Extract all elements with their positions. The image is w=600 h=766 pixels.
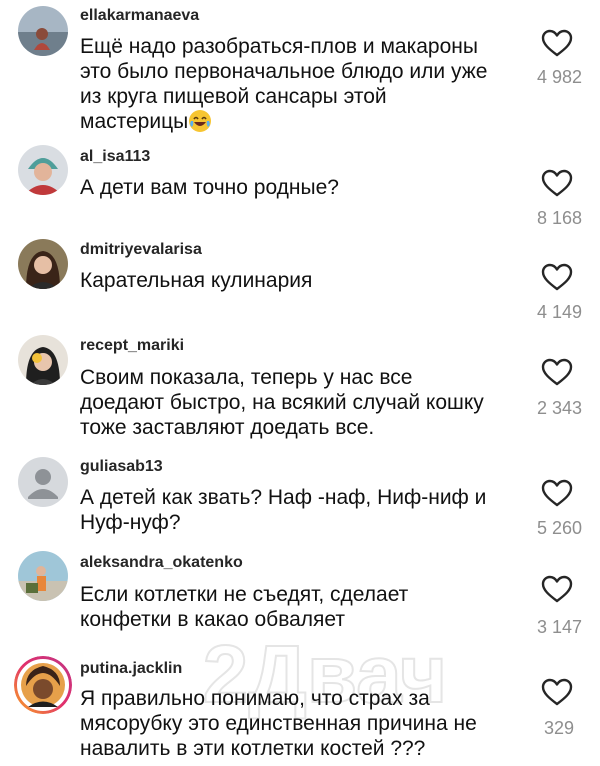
avatar[interactable] <box>18 551 68 601</box>
comment-text: Карательная кулинария <box>80 268 520 293</box>
comment-text-line: Своим показала, теперь у нас все <box>80 366 413 389</box>
avatar[interactable] <box>18 6 68 56</box>
comment-text: А детей как звать? Наф -наф, Ниф-ниф и Н… <box>80 485 520 535</box>
heart-outline-icon <box>541 678 573 706</box>
comment-text-line: доедают быстро, на всякий случай кошку <box>80 391 484 414</box>
comment-text-line: конфетки в какао обваляет <box>80 608 346 631</box>
avatar-story-ring[interactable] <box>14 656 72 714</box>
like-button[interactable] <box>540 28 574 58</box>
comment-username[interactable]: guliasab13 <box>80 458 163 476</box>
comment-username[interactable]: ellakarmanaeva <box>80 7 199 25</box>
like-button[interactable] <box>540 478 574 508</box>
heart-outline-icon <box>541 358 573 386</box>
avatar[interactable] <box>18 335 68 385</box>
comment-username[interactable]: putina.jacklin <box>80 660 182 678</box>
comment-username[interactable]: aleksandra_okatenko <box>80 554 243 572</box>
comment-username[interactable]: al_isa113 <box>80 148 150 166</box>
like-button[interactable] <box>540 357 574 387</box>
like-count: 5 260 <box>536 518 582 538</box>
comment-text-line: мастерицы <box>80 109 520 134</box>
comment-text-line: мясорубку это единственная причина не <box>80 712 477 735</box>
like-button[interactable] <box>540 168 574 198</box>
like-button[interactable] <box>540 574 574 604</box>
comment-text: Если котлетки не съедят, сделает конфетк… <box>80 582 520 632</box>
comment-text-line: А дети вам точно родные? <box>80 176 339 199</box>
avatar[interactable] <box>18 239 68 289</box>
heart-outline-icon <box>541 29 573 57</box>
like-button[interactable] <box>540 677 574 707</box>
heart-outline-icon <box>541 263 573 291</box>
comment-text: А дети вам точно родные? <box>80 175 520 200</box>
like-count: 4 982 <box>536 67 582 87</box>
avatar[interactable] <box>18 145 68 195</box>
comment-text-line: Я правильно понимаю, что страх за <box>80 687 430 710</box>
person-silhouette-icon <box>18 457 68 507</box>
like-count: 4 149 <box>536 302 582 322</box>
comment-text: Ещё надо разобраться-плов и макароны это… <box>80 34 520 134</box>
comment-text: Я правильно понимаю, что страх за мясору… <box>80 686 520 761</box>
comment-text-line: А детей как звать? Наф -наф, Ниф-ниф и <box>80 486 487 509</box>
like-count: 3 147 <box>536 617 582 637</box>
laughing-with-tears-emoji-icon <box>188 109 212 133</box>
heart-outline-icon <box>541 479 573 507</box>
comment-text-fragment: мастерицы <box>80 110 189 133</box>
comment-text: Своим показала, теперь у нас все доедают… <box>80 365 520 440</box>
like-button[interactable] <box>540 262 574 292</box>
comment-text-line: навалить в эти котлетки костей ??? <box>80 737 426 760</box>
comment-username[interactable]: recept_mariki <box>80 337 184 355</box>
like-count: 2 343 <box>536 398 582 418</box>
comment-text-line: из круга пищевой сансары этой <box>80 85 387 108</box>
avatar[interactable] <box>18 457 68 507</box>
heart-outline-icon <box>541 575 573 603</box>
comment-text-line: Карательная кулинария <box>80 269 313 292</box>
comment-text-line: Нуф-нуф? <box>80 511 181 534</box>
like-count: 8 168 <box>536 208 582 228</box>
comment-text-line: Ещё надо разобраться-плов и макароны <box>80 35 478 58</box>
comment-text-line: Если котлетки не съедят, сделает <box>80 583 409 606</box>
comment-text-line: это было первоначальное блюдо или уже <box>80 60 488 83</box>
comment-text-line: тоже заставляют доедать все. <box>80 416 375 439</box>
heart-outline-icon <box>541 169 573 197</box>
comment-username[interactable]: dmitriyevalarisa <box>80 241 202 259</box>
like-count: 329 <box>543 718 574 738</box>
